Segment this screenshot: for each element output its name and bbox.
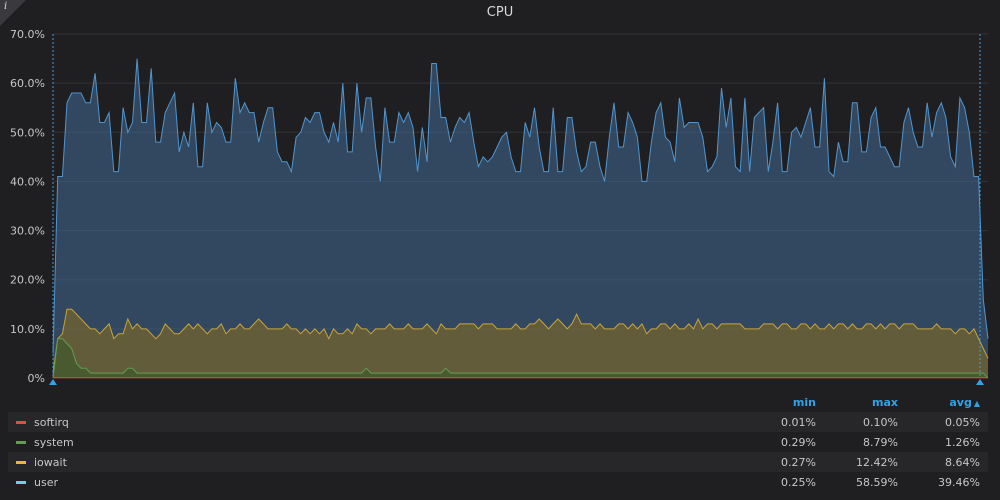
legend-avg-value: 0.05% bbox=[906, 412, 988, 432]
legend-series-name[interactable]: user bbox=[8, 472, 742, 492]
legend-series-name[interactable]: system bbox=[8, 432, 742, 452]
y-tick-label: 30.0% bbox=[10, 225, 45, 238]
legend-header-min[interactable]: min bbox=[742, 392, 824, 412]
legend-max-value: 12.42% bbox=[824, 452, 906, 472]
legend-row-softirq[interactable]: softirq 0.01% 0.10% 0.05% bbox=[8, 412, 988, 432]
y-tick-label: 50.0% bbox=[10, 126, 45, 139]
legend-avg-value: 1.26% bbox=[906, 432, 988, 452]
legend-avg-value: 8.64% bbox=[906, 452, 988, 472]
legend-max-value: 58.59% bbox=[824, 472, 906, 492]
legend-avg-value: 39.46% bbox=[906, 472, 988, 492]
legend-label: system bbox=[34, 435, 74, 449]
legend-row-system[interactable]: system 0.29% 8.79% 1.26% bbox=[8, 432, 988, 452]
legend-header-avg-label: avg bbox=[949, 395, 972, 409]
legend-label: iowait bbox=[34, 455, 67, 469]
caret-up-icon: ▲ bbox=[973, 398, 980, 408]
y-tick-label: 70.0% bbox=[10, 28, 45, 41]
legend-header-max[interactable]: max bbox=[824, 392, 906, 412]
legend-min-value: 0.27% bbox=[742, 452, 824, 472]
legend-table: min max avg ▲ softirq 0.01% 0.10% 0.05% syste… bbox=[8, 392, 988, 492]
legend-label: softirq bbox=[34, 415, 69, 429]
legend-series-name[interactable]: softirq bbox=[8, 412, 742, 432]
legend-label: user bbox=[34, 475, 58, 489]
y-tick-label: 60.0% bbox=[10, 77, 45, 90]
legend-min-value: 0.25% bbox=[742, 472, 824, 492]
legend-max-value: 0.10% bbox=[824, 412, 906, 432]
y-tick-label: 0% bbox=[28, 372, 45, 385]
y-tick-label: 10.0% bbox=[10, 323, 45, 336]
range-marker-arrow-icon bbox=[976, 379, 984, 385]
legend-max-value: 8.79% bbox=[824, 432, 906, 452]
y-tick-label: 20.0% bbox=[10, 274, 45, 287]
legend-row-user[interactable]: user 0.25% 58.59% 39.46% bbox=[8, 472, 988, 492]
legend-min-value: 0.29% bbox=[742, 432, 824, 452]
legend-header-name bbox=[8, 392, 742, 412]
legend-min-value: 0.01% bbox=[742, 412, 824, 432]
cpu-chart[interactable]: 0% 10.0% 20.0% 30.0% 40.0% 50.0% 60.0% 70.0% bbox=[0, 0, 1000, 392]
legend-series-name[interactable]: iowait bbox=[8, 452, 742, 472]
y-tick-label: 40.0% bbox=[10, 175, 45, 188]
legend-swatch[interactable] bbox=[16, 481, 26, 484]
legend: min max avg ▲ softirq 0.01% 0.10% 0.05% syste… bbox=[8, 392, 988, 492]
legend-swatch[interactable] bbox=[16, 461, 26, 464]
legend-header-avg[interactable]: avg ▲ bbox=[906, 392, 988, 412]
legend-swatch[interactable] bbox=[16, 441, 26, 444]
legend-swatch[interactable] bbox=[16, 421, 26, 424]
range-marker-arrow-icon bbox=[49, 379, 57, 385]
legend-row-iowait[interactable]: iowait 0.27% 12.42% 8.64% bbox=[8, 452, 988, 472]
cpu-panel: i CPU 0% 10.0% 20.0% 30.0% 40.0% 50.0% 60.0% 70… bbox=[0, 0, 1000, 500]
